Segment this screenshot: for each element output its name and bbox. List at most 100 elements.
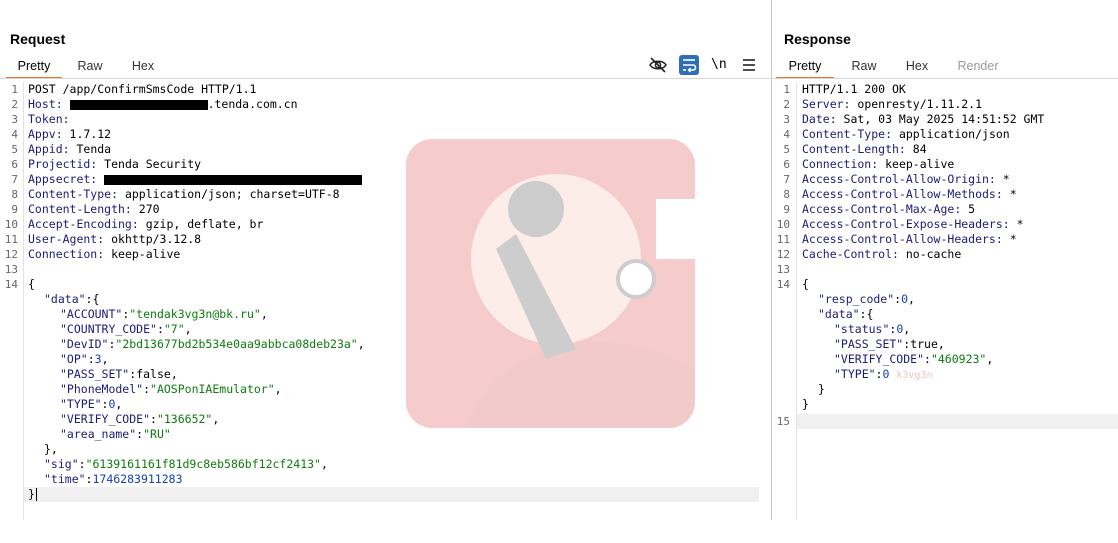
line-number: 4 [783,128,790,141]
newline-toggle-button[interactable]: \n [711,55,731,75]
json-key: "sig" [44,457,79,471]
header-value: Tenda Security [97,157,202,171]
header-key: Server: [802,97,851,111]
json-key: "DevID" [60,337,109,351]
header-key: Projectid: [28,157,98,171]
line-number: 12 [776,248,790,261]
line-number: 7 [11,173,18,186]
header-key: Connection: [28,247,105,261]
line-number: 12 [4,248,18,261]
line-number: 4 [11,128,18,141]
json-key: "area_name" [60,427,137,441]
json-key: "time" [44,472,86,486]
header-key: Access-Control-Allow-Methods: [802,187,1003,201]
request-tab-divider [0,78,770,79]
line-number: 5 [11,143,18,156]
line-number: 14 [4,278,18,291]
header-value: application/json; charset=UTF-8 [118,187,340,201]
request-tab-hex[interactable]: Hex [124,55,162,77]
header-value: gzip, deflate, br [138,217,264,231]
header-value: Sat, 03 May 2025 14:51:52 GMT [836,112,1045,126]
json-key: "status" [834,322,890,336]
current-line-highlight: } [24,487,759,502]
header-value: * [1002,232,1017,246]
json-number: 0 [896,322,904,336]
header-key: Access-Control-Max-Age: [802,202,962,216]
header-value: okhttp/3.12.8 [104,232,202,246]
json-brace: } [28,487,35,501]
json-key: "VERIFY_CODE" [60,412,151,426]
line-number: 14 [776,278,790,291]
header-value: Tenda [69,142,112,156]
line-number: 3 [783,113,790,126]
watermark-text: k3vg3n [896,370,933,381]
request-editor[interactable]: 1 POST /app/ConfirmSmsCode HTTP/1.1 2 Host… [0,82,770,502]
header-key: User-Agent: [28,232,105,246]
json-key: "TYPE" [834,367,876,381]
line-number: 13 [776,263,790,276]
header-key: Host: [28,97,63,111]
text-cursor [35,488,37,501]
header-value: 270 [131,202,160,216]
header-value: openresty/1.11.2.1 [850,97,983,111]
json-brace: } [818,382,825,396]
json-number: 0 [108,397,116,411]
json-number: 0 [901,292,909,306]
status-line: HTTP/1.1 200 OK [802,82,906,96]
line-number: 1 [783,83,790,96]
request-tab-pretty[interactable]: Pretty [6,55,62,79]
request-line: POST /app/ConfirmSmsCode HTTP/1.1 [28,82,257,96]
header-key: Content-Type: [28,187,119,201]
header-value: * [995,172,1010,186]
json-punct: :{ [859,307,874,321]
line-number: 1 [11,83,18,96]
current-line-highlight: 15 [772,414,1118,429]
json-boolean: true [910,337,938,351]
json-string: "tendak3vg3n@bk.ru" [129,307,261,321]
header-value: keep-alive [878,157,955,171]
header-key: Access-Control-Allow-Origin: [802,172,996,186]
json-string: "7" [163,322,185,336]
header-value: * [1009,217,1024,231]
header-key: Content-Length: [28,202,132,216]
request-panel: Request Pretty Raw Hex \n 1 POST /app/Co… [0,0,772,520]
json-string: "RU" [143,427,171,441]
json-brace: { [802,277,809,291]
line-number: 11 [776,233,790,246]
line-number: 9 [783,203,790,216]
json-boolean: false [136,367,171,381]
header-key: Content-Length: [802,142,906,156]
json-brace: }, [44,442,58,456]
response-tab-divider [772,78,1118,79]
redacted-appsecret [104,174,363,185]
response-editor[interactable]: 1 HTTP/1.1 200 OK 2 Server: openresty/1.11… [772,82,1118,429]
response-tab-raw[interactable]: Raw [844,55,884,77]
line-number: 2 [11,98,18,111]
request-title: Request [10,31,66,47]
header-value: application/json [892,127,1010,141]
word-wrap-icon[interactable] [679,55,699,75]
header-value: 5 [961,202,976,216]
hamburger-menu-icon[interactable] [739,55,759,75]
line-number: 9 [11,203,18,216]
header-key: Content-Type: [802,127,893,141]
line-number: 8 [783,188,790,201]
line-number: 5 [783,143,790,156]
response-tab-render[interactable]: Render [950,55,1006,77]
response-tab-hex[interactable]: Hex [898,55,936,77]
json-string: "460923" [930,352,987,366]
line-number: 6 [783,158,790,171]
json-string: "2bd13677bd2b534e0aa9abbca08deb23a" [115,337,358,351]
json-key: "resp_code" [818,292,895,306]
request-tab-raw[interactable]: Raw [70,55,110,77]
response-tab-pretty[interactable]: Pretty [776,55,834,79]
header-value: no-cache [898,247,962,261]
line-number: 7 [783,173,790,186]
line-number: 2 [783,98,790,111]
header-key: Token: [28,112,70,126]
json-brace: { [28,277,35,291]
header-key: Connection: [802,157,879,171]
eye-off-icon[interactable] [648,55,668,75]
line-number: 11 [4,233,18,246]
line-number: 6 [11,158,18,171]
